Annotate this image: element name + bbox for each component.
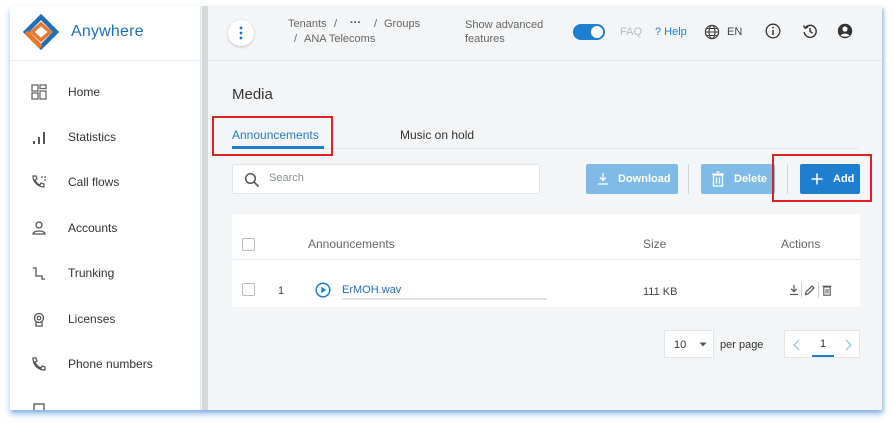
sidebar-item-phone-numbers[interactable]: Phone numbers	[10, 343, 201, 383]
trash-icon	[712, 171, 724, 187]
sidebar-item-label: Accounts	[68, 221, 118, 235]
sidebar-item-trunking[interactable]: Trunking	[10, 252, 201, 292]
play-icon[interactable]	[315, 282, 331, 298]
caret-down-icon	[699, 342, 707, 347]
partial-icon	[33, 403, 45, 410]
row-index: 1	[278, 285, 285, 297]
breadcrumb-separator: /	[294, 33, 298, 45]
search-input[interactable]	[269, 172, 529, 184]
column-header-announcements[interactable]: Announcements	[308, 237, 395, 251]
trunk-icon	[33, 267, 45, 280]
download-icon[interactable]	[789, 284, 799, 296]
sidebar-item-statistics[interactable]: Statistics	[10, 116, 201, 156]
sidebar: Anywhere Home Statistics Call flows Acco…	[10, 6, 201, 410]
main-content: Tenants / ··· / Groups / ANA Telecoms Sh…	[208, 6, 882, 410]
more-menu-button[interactable]	[228, 20, 254, 46]
download-icon	[598, 173, 608, 185]
brand-name: Anywhere	[71, 23, 144, 40]
call-flow-icon	[32, 175, 46, 188]
dashboard-icon	[31, 84, 47, 100]
sidebar-item-label: Phone numbers	[68, 357, 153, 371]
download-label: Download	[618, 173, 671, 185]
user-icon	[32, 221, 46, 235]
sidebar-item-licenses[interactable]: Licenses	[10, 298, 201, 338]
advanced-features-label: Show advanced features	[465, 18, 555, 46]
license-icon	[33, 312, 45, 327]
action-divider	[818, 282, 819, 298]
advanced-features-line-1: Show advanced	[465, 19, 544, 31]
history-icon[interactable]	[802, 23, 818, 39]
sidebar-item-partial[interactable]	[10, 389, 201, 410]
sidebar-item-label: Statistics	[68, 130, 117, 144]
bar-chart-icon	[33, 132, 45, 144]
highlight-announcements-tab	[212, 116, 333, 156]
delete-button[interactable]: Delete	[701, 164, 775, 194]
top-bar: Tenants / ··· / Groups / ANA Telecoms Sh…	[208, 6, 882, 61]
anywhere-logo	[22, 13, 60, 51]
sidebar-item-label: Trunking	[68, 266, 115, 280]
toggle-knob	[591, 26, 603, 38]
delete-label: Delete	[734, 173, 768, 185]
app-window: Anywhere Home Statistics Call flows Acco…	[10, 6, 882, 410]
file-size: 111 KB	[643, 286, 678, 298]
advanced-features-toggle[interactable]	[573, 24, 605, 40]
page-title: Media	[232, 86, 273, 103]
breadcrumb-ellipsis[interactable]: ···	[350, 17, 361, 29]
breadcrumb-separator: /	[374, 18, 378, 30]
table-header-divider	[232, 259, 860, 260]
sidebar-item-label: Call flows	[68, 175, 120, 189]
edit-icon[interactable]	[804, 284, 815, 296]
sidebar-item-label: Licenses	[68, 312, 116, 326]
brand: Anywhere	[10, 6, 201, 61]
breadcrumb-groups[interactable]: Groups	[384, 18, 420, 30]
action-divider	[801, 282, 802, 298]
trash-icon[interactable]	[822, 284, 832, 296]
breadcrumb-current: ANA Telecoms	[304, 33, 376, 45]
per-page-value: 10	[674, 339, 687, 351]
search-box[interactable]	[232, 164, 540, 194]
sidebar-item-label: Home	[68, 85, 101, 99]
help-link[interactable]: ? Help	[655, 26, 687, 38]
sidebar-item-accounts[interactable]: Accounts	[10, 207, 201, 247]
info-icon[interactable]	[765, 23, 781, 39]
breadcrumb-separator: /	[334, 18, 338, 30]
pagination: 1	[784, 330, 860, 358]
toolbar-divider	[688, 164, 689, 194]
select-all-checkbox[interactable]	[242, 238, 255, 251]
playback-progress-bar[interactable]	[342, 298, 547, 300]
chevron-right-icon[interactable]	[840, 338, 856, 352]
phone-icon	[32, 357, 46, 371]
breadcrumb-tenants[interactable]: Tenants	[288, 18, 327, 30]
file-name-link[interactable]: ErMOH.wav	[342, 284, 401, 296]
chevron-left-icon[interactable]	[789, 338, 805, 352]
per-page-label: per page	[720, 339, 764, 351]
faq-link[interactable]: FAQ	[620, 26, 642, 38]
column-header-size[interactable]: Size	[643, 237, 666, 251]
tab-music-on-hold[interactable]: Music on hold	[400, 128, 474, 142]
current-page[interactable]: 1	[812, 333, 834, 357]
kebab-icon	[239, 26, 243, 40]
advanced-features-line-2: features	[465, 33, 505, 45]
account-circle-icon[interactable]	[837, 23, 853, 39]
sidebar-item-home[interactable]: Home	[10, 71, 201, 111]
per-page-select[interactable]: 10	[664, 330, 714, 358]
globe-icon[interactable]	[704, 24, 720, 40]
column-header-actions: Actions	[781, 237, 821, 251]
highlight-add-button	[772, 154, 872, 202]
search-icon	[244, 172, 260, 188]
sidebar-item-call-flows[interactable]: Call flows	[10, 161, 201, 201]
row-checkbox[interactable]	[242, 283, 255, 296]
language-selector[interactable]: EN	[727, 26, 742, 38]
download-button[interactable]: Download	[586, 164, 678, 194]
announcements-table: Announcements Size Actions 1 ErMOH.wav 1…	[232, 214, 860, 307]
